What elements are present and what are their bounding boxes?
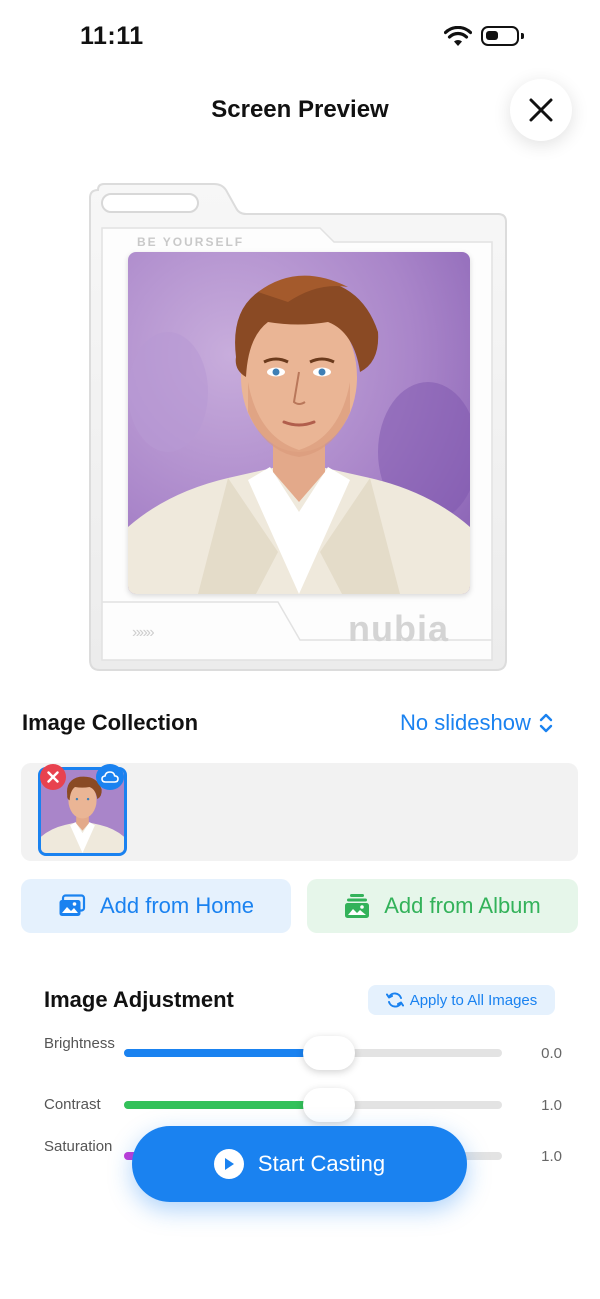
add-from-album-button[interactable]: Add from Album [307, 879, 578, 933]
apply-to-all-label: Apply to All Images [409, 991, 538, 1009]
saturation-value: 1.0 [541, 1148, 562, 1165]
remove-image-button[interactable] [40, 764, 66, 790]
brightness-label: Brightness [44, 1035, 115, 1052]
contrast-slider[interactable] [124, 1088, 502, 1122]
add-from-home-button[interactable]: Add from Home [21, 879, 291, 933]
close-icon [529, 98, 553, 122]
album-icon [345, 894, 370, 918]
contrast-slider-fill [124, 1101, 313, 1109]
slideshow-selector[interactable]: No slideshow [400, 710, 553, 736]
image-collection-title: Image Collection [22, 710, 199, 735]
preview-image [128, 252, 470, 594]
refresh-icon [385, 992, 404, 1008]
close-icon [47, 771, 59, 783]
contrast-label: Contrast [44, 1096, 101, 1113]
image-adjustment-title: Image Adjustment [44, 987, 234, 1012]
add-from-album-label: Add from Album [384, 893, 541, 918]
cloud-status-badge [96, 764, 124, 790]
contrast-slider-knob[interactable] [303, 1088, 355, 1122]
brightness-value: 0.0 [541, 1045, 562, 1062]
apply-to-all-button[interactable]: Apply to All Images [368, 985, 555, 1015]
battery-icon [481, 26, 524, 46]
wifi-icon [444, 26, 472, 46]
portrait-illustration [128, 252, 470, 594]
brightness-slider[interactable] [124, 1036, 502, 1070]
start-casting-label: Start Casting [257, 1151, 386, 1176]
contrast-value: 1.0 [541, 1097, 562, 1114]
home-gallery-icon [59, 894, 86, 916]
brightness-slider-knob[interactable] [303, 1036, 355, 1070]
frame-tagline: BE YOURSELF [137, 235, 245, 249]
cloud-icon [101, 771, 119, 783]
close-button[interactable] [510, 79, 572, 141]
frame-arrows: »»» [132, 624, 155, 641]
slideshow-label: No slideshow [400, 710, 531, 735]
brightness-slider-fill [124, 1049, 313, 1057]
chevron-up-down-icon [539, 713, 553, 733]
saturation-label: Saturation [44, 1138, 113, 1155]
add-from-home-label: Add from Home [99, 893, 255, 918]
status-time: 11:11 [80, 22, 144, 50]
start-casting-button[interactable]: Start Casting [132, 1126, 467, 1202]
brand-logo: nubia [348, 608, 449, 649]
play-icon [213, 1149, 244, 1179]
